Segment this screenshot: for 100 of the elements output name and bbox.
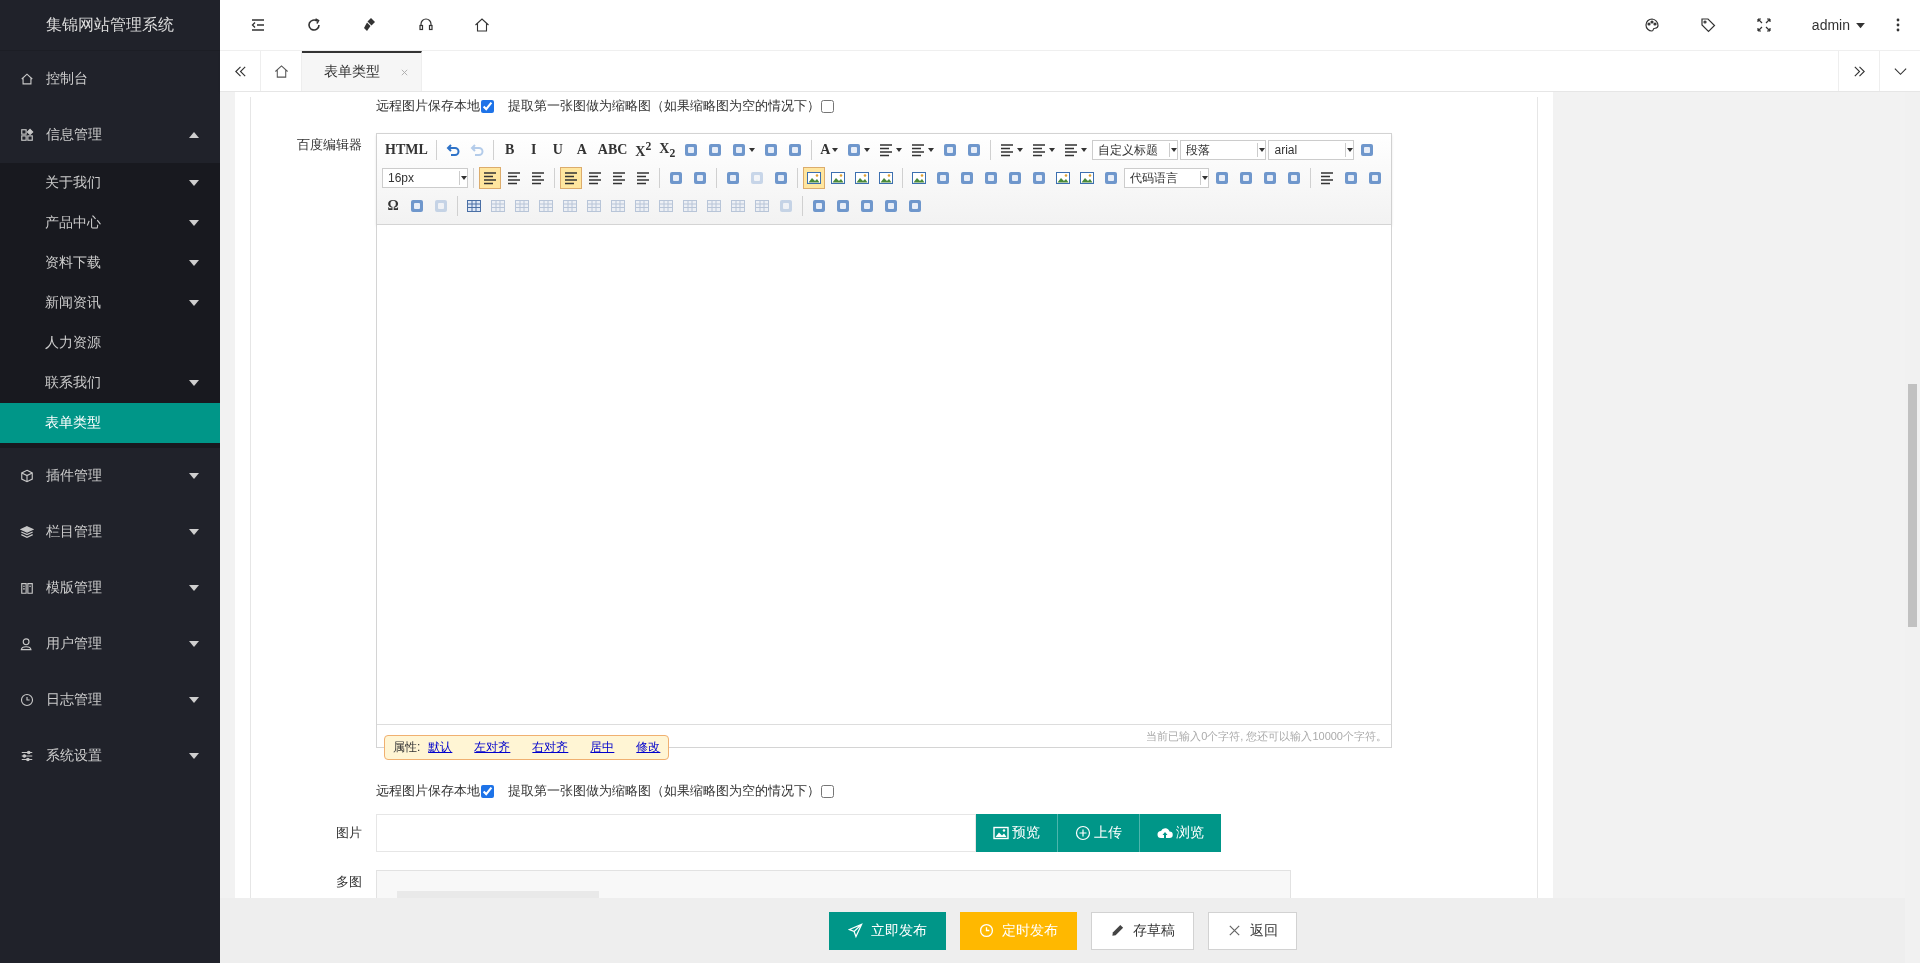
checkbox[interactable] <box>821 784 834 798</box>
lines-icon <box>529 170 546 186</box>
toolbar-button[interactable]: A <box>570 139 593 161</box>
toolbar-button[interactable]: B <box>498 139 521 161</box>
toolbar-button[interactable]: ABC <box>594 139 631 161</box>
popup-link[interactable]: 修改 <box>636 739 661 756</box>
submenu-item[interactable]: 新闻资讯 <box>0 283 220 323</box>
table-icon <box>538 198 554 214</box>
menu-item[interactable]: 用户管理 <box>0 616 220 672</box>
toolbar-dropdown[interactable]: 代码语言 <box>1123 168 1210 188</box>
lines-icon <box>1063 142 1080 158</box>
checkbox-label: 提取第一张图做为缩略图（如果缩略图为空的情况下） <box>508 97 820 115</box>
toolbar-button[interactable]: X$^{2}$ <box>632 139 655 161</box>
caret-icon <box>1200 169 1209 187</box>
toolbar-icon <box>1030 170 1047 186</box>
caret-icon <box>1257 141 1266 159</box>
palette-icon[interactable] <box>1643 17 1660 33</box>
caret-icon <box>458 169 467 187</box>
home-icon[interactable] <box>474 17 490 33</box>
image-button[interactable]: 上传 <box>1057 814 1139 852</box>
popup-link[interactable]: 右对齐 <box>532 739 569 756</box>
action-button[interactable]: 返回 <box>1207 911 1297 950</box>
toolbar-dropdown[interactable]: 段落 <box>1180 140 1267 160</box>
toolbar-button[interactable] <box>559 167 582 189</box>
fullscreen-icon[interactable] <box>1755 17 1772 33</box>
toolbar-dropdown[interactable]: 16px <box>382 168 468 188</box>
cloud-icon <box>1157 825 1173 841</box>
image-icon <box>1054 170 1071 186</box>
checkbox[interactable] <box>821 99 834 113</box>
submenu-item[interactable]: 联系我们 <box>0 363 220 403</box>
toolbar-button[interactable]: A <box>817 139 842 161</box>
menu-item[interactable]: 日志管理 <box>0 672 220 728</box>
toolbar-icon <box>907 198 923 214</box>
tag-icon[interactable] <box>1699 17 1716 33</box>
toolbar-button[interactable]: U <box>546 139 569 161</box>
toolbar-button[interactable] <box>478 167 501 189</box>
action-button[interactable]: 存草稿 <box>1090 911 1194 950</box>
submenu-item[interactable]: 表单类型 <box>0 403 220 443</box>
toolbar-icon <box>966 142 983 158</box>
popup-link[interactable]: 居中 <box>590 739 615 756</box>
table-icon <box>634 198 650 214</box>
more-icon[interactable] <box>1896 17 1900 33</box>
submenu-item[interactable]: 关于我们 <box>0 163 220 203</box>
checkbox[interactable] <box>481 784 494 798</box>
toolbar-dropdown[interactable]: 自定义标题 <box>1092 140 1179 160</box>
caret-icon <box>1855 21 1866 29</box>
home-icon <box>20 72 34 86</box>
refresh-icon[interactable] <box>306 17 322 33</box>
lines-icon <box>878 142 895 158</box>
action-button[interactable]: 立即发布 <box>828 911 946 950</box>
menu-item[interactable]: 插件管理 <box>0 448 220 504</box>
table-icon <box>682 198 698 214</box>
toolbar-icon <box>934 170 951 186</box>
lines-icon <box>634 170 651 186</box>
checkbox-label: 提取第一张图做为缩略图（如果缩略图为空的情况下） <box>508 782 820 800</box>
image-button[interactable]: 预览 <box>976 814 1057 852</box>
table-icon <box>754 198 770 214</box>
toolbar-icon <box>859 198 875 214</box>
toolbar-button[interactable]: I <box>522 139 545 161</box>
toolbar-icon <box>433 198 449 214</box>
popup-link[interactable]: 默认 <box>428 739 453 756</box>
menu-item[interactable]: 系统设置 <box>0 728 220 784</box>
toolbar-button[interactable]: Ω <box>382 195 404 217</box>
user-menu[interactable]: admin <box>1811 17 1866 33</box>
submenu-item[interactable]: 产品中心 <box>0 203 220 243</box>
submenu-item[interactable]: 资料下载 <box>0 243 220 283</box>
lines-icon <box>610 170 627 186</box>
toolbar-icon <box>958 170 975 186</box>
close-icon[interactable] <box>400 67 409 77</box>
toolbar-button[interactable]: X$_{2}$ <box>656 139 679 161</box>
toolbar-icon <box>1214 170 1231 186</box>
menu-item[interactable]: 信息管理 <box>0 107 220 163</box>
toolbar-icon <box>1102 170 1119 186</box>
lines-icon <box>505 170 522 186</box>
image-path-field[interactable] <box>376 814 976 852</box>
checkbox[interactable] <box>481 99 494 113</box>
caret-icon <box>1345 141 1354 159</box>
image-button[interactable]: 浏览 <box>1139 814 1221 852</box>
table-icon <box>466 198 482 214</box>
brush-icon[interactable] <box>362 17 378 33</box>
menu-item[interactable]: 模版管理 <box>0 560 220 616</box>
field-label: 图片 <box>335 824 363 842</box>
page-tab[interactable]: 表单类型 <box>302 51 422 91</box>
scrollbar[interactable] <box>1905 92 1920 963</box>
toolbar-icon <box>707 142 724 158</box>
popup-link[interactable]: 左对齐 <box>474 739 511 756</box>
table-icon <box>514 198 530 214</box>
popup-label: 属性: <box>393 739 421 756</box>
menu-item[interactable]: 栏目管理 <box>0 504 220 560</box>
headset-icon[interactable] <box>418 17 434 33</box>
menu-item[interactable]: 控制台 <box>0 51 220 107</box>
book-icon <box>20 581 34 595</box>
toolbar-icon <box>691 170 708 186</box>
caret-icon <box>1017 148 1024 152</box>
lines-icon <box>586 170 603 186</box>
image-icon <box>853 170 870 186</box>
toolbar-dropdown[interactable]: arial <box>1268 140 1355 160</box>
submenu-item[interactable]: 人力资源 <box>0 323 220 363</box>
menu-icon[interactable] <box>250 17 266 33</box>
toolbar-button[interactable]: HTML <box>382 139 431 161</box>
